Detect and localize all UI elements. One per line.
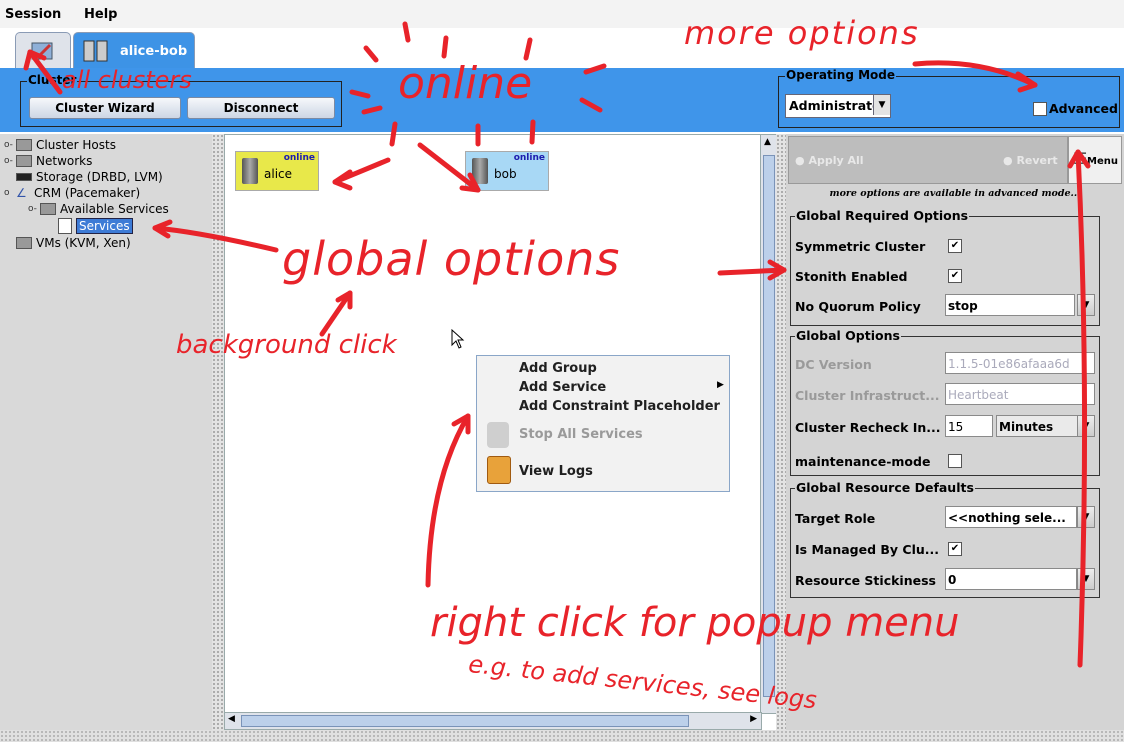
maintenance-mode-label: maintenance-mode	[795, 454, 931, 469]
advanced-checkbox[interactable]	[1033, 102, 1047, 116]
folder-icon	[16, 237, 32, 249]
submenu-arrow-icon: ▶	[717, 380, 724, 390]
left-splitter[interactable]	[212, 134, 224, 730]
target-role-label: Target Role	[795, 511, 876, 526]
scroll-right-icon[interactable]: ▶	[750, 714, 757, 724]
folder-icon	[16, 155, 32, 167]
cluster-recheck-label: Cluster Recheck In...	[795, 420, 941, 435]
cursor-icon	[451, 329, 465, 349]
symmetric-cluster-label: Symmetric Cluster	[795, 239, 926, 254]
stonith-enabled-label: Stonith Enabled	[795, 269, 908, 284]
cluster-infrastructure-label: Cluster Infrastruct...	[795, 388, 940, 403]
no-quorum-policy-input[interactable]: stop	[945, 294, 1075, 316]
apply-all-button[interactable]: ● Apply All	[795, 154, 864, 167]
cluster-recheck-input[interactable]: 15	[945, 415, 993, 437]
maintenance-mode-checkbox[interactable]	[948, 454, 962, 468]
horizontal-scrollbar[interactable]: ◀ ▶	[224, 712, 762, 730]
menu-view-logs[interactable]: View Logs	[519, 464, 593, 479]
dc-version-field: 1.1.5-01e86afaaa6d	[945, 352, 1095, 374]
annotation-all-clusters: all clusters	[62, 66, 192, 94]
server-icon	[472, 158, 488, 184]
server-icon	[242, 158, 258, 184]
cluster-icon	[83, 40, 108, 62]
popup-menu: Add Group Add Service ▶ Add Constraint P…	[476, 355, 730, 492]
global-resource-defaults: Global Resource Defaults Target Role <<n…	[790, 480, 1100, 598]
chevron-down-icon[interactable]: ▼	[1077, 506, 1095, 528]
folder-icon	[16, 139, 32, 151]
chevron-down-icon: ▼	[873, 95, 890, 115]
annotation-right-click: right click for popup menu	[430, 600, 960, 646]
annotation-background-click: background click	[176, 330, 397, 360]
recheck-unit-select[interactable]: Minutes	[996, 415, 1078, 437]
scroll-up-icon[interactable]: ▲	[764, 137, 771, 147]
menu-add-constraint[interactable]: Add Constraint Placeholder	[519, 399, 720, 414]
global-options: Global Options DC Version 1.1.5-01e86afa…	[790, 328, 1100, 476]
disconnect-button[interactable]: Disconnect	[187, 97, 335, 119]
tree-item-storage[interactable]: Storage (DRBD, LVM)	[16, 170, 163, 184]
is-managed-label: Is Managed By Clu...	[795, 542, 940, 557]
action-toolbar: ● Apply All ● Revert	[788, 136, 1068, 184]
annotation-global-options: global options	[282, 232, 621, 286]
annotation-online: online	[398, 58, 533, 109]
tree-item-vms[interactable]: VMs (KVM, Xen)	[16, 236, 131, 250]
clusters-icon	[31, 42, 53, 60]
tree-item-networks[interactable]: o- Networks	[4, 154, 92, 168]
stonith-enabled-checkbox[interactable]: ✔	[948, 269, 962, 283]
document-icon	[58, 218, 72, 234]
operating-mode-group: Operating Mode Administrator ▼ Advanced	[778, 68, 1120, 128]
target-role-select[interactable]: <<nothing sele...	[945, 506, 1077, 528]
tree-item-cluster-hosts[interactable]: o- Cluster Hosts	[4, 138, 116, 152]
menu-button[interactable]: ☰ Menu	[1068, 136, 1122, 184]
scroll-thumb[interactable]	[241, 715, 689, 727]
menu-stop-all-services[interactable]: Stop All Services	[519, 427, 643, 442]
tree-item-crm[interactable]: o ∠ CRM (Pacemaker)	[4, 186, 140, 200]
scroll-left-icon[interactable]: ◀	[228, 714, 235, 724]
symmetric-cluster-checkbox[interactable]: ✔	[948, 239, 962, 253]
menu-add-service[interactable]: Add Service	[519, 380, 606, 395]
tree-item-services[interactable]: Services	[58, 218, 133, 234]
tab-cluster-alice-bob[interactable]: alice-bob	[73, 32, 195, 69]
tab-all-clusters[interactable]	[15, 32, 71, 69]
menu-bar: Session Help	[0, 0, 1124, 28]
menu-session[interactable]: Session	[5, 7, 61, 22]
menu-add-group[interactable]: Add Group	[519, 361, 597, 376]
hamburger-icon: ☰	[1073, 149, 1088, 168]
expand-icon[interactable]: o-	[4, 156, 13, 166]
stop-icon	[487, 422, 509, 448]
crm-icon: ∠	[16, 186, 27, 200]
revert-button[interactable]: ● Revert	[1003, 154, 1058, 167]
menu-help[interactable]: Help	[84, 7, 117, 22]
host-bob[interactable]: online bob	[465, 151, 549, 191]
tree-item-available-services[interactable]: o- Available Services	[28, 202, 169, 216]
folder-icon	[40, 203, 56, 215]
storage-icon	[16, 173, 32, 181]
no-quorum-policy-label: No Quorum Policy	[795, 299, 921, 314]
resource-stickiness-input[interactable]: 0	[945, 568, 1077, 590]
chevron-down-icon[interactable]: ▼	[1077, 294, 1095, 316]
chevron-down-icon[interactable]: ▼	[1077, 415, 1095, 437]
global-required-options: Global Required Options Symmetric Cluste…	[790, 208, 1100, 326]
annotation-more-options: more options	[684, 14, 920, 52]
resource-stickiness-label: Resource Stickiness	[795, 573, 936, 588]
dc-version-label: DC Version	[795, 357, 872, 372]
collapse-icon[interactable]: o	[4, 188, 12, 198]
chevron-down-icon[interactable]: ▼	[1077, 568, 1095, 590]
tab-label: alice-bob	[120, 44, 188, 59]
cluster-infrastructure-field: Heartbeat	[945, 383, 1095, 405]
is-managed-checkbox[interactable]: ✔	[948, 542, 962, 556]
status-strip	[0, 730, 1124, 742]
operating-mode-legend: Operating Mode	[785, 68, 897, 82]
cluster-wizard-button[interactable]: Cluster Wizard	[29, 97, 181, 119]
logs-icon	[487, 456, 511, 484]
expand-icon[interactable]: o-	[28, 204, 37, 214]
host-alice[interactable]: online alice	[235, 151, 319, 191]
advanced-label: Advanced	[1049, 101, 1118, 116]
tree-panel: o- Cluster Hosts o- Networks Storage (DRBD…	[0, 134, 213, 730]
expand-icon[interactable]: o-	[4, 140, 13, 150]
operating-mode-select[interactable]: Administrator ▼	[785, 94, 891, 118]
advanced-mode-note: more options are available in advanced m…	[829, 188, 1081, 199]
